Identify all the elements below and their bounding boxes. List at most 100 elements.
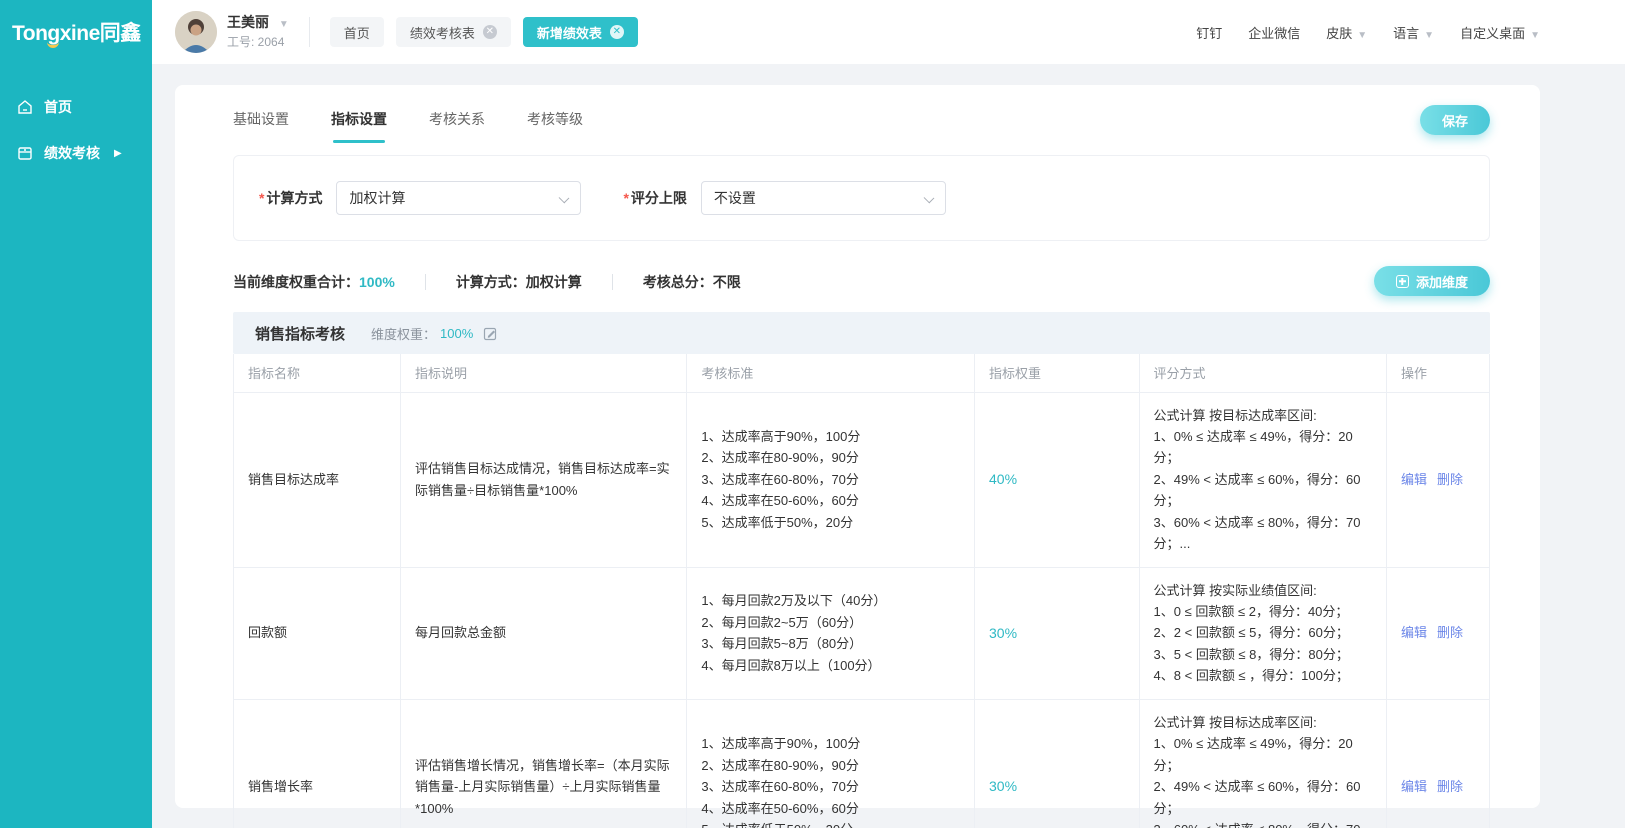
tabs-row: 基础设置 指标设置 考核关系 考核等级 保存 xyxy=(233,99,1490,145)
dimension-title: 销售指标考核 xyxy=(255,323,345,344)
logo-smile-accent xyxy=(47,42,59,48)
sidebar-nav: 首页 绩效考核 ▶ xyxy=(0,64,152,176)
plus-icon xyxy=(1396,275,1409,288)
settings-card: 基础设置 指标设置 考核关系 考核等级 保存 *计算方式 加权计算 *评分上限 xyxy=(175,85,1540,808)
chip-label: 新增绩效表 xyxy=(537,23,602,42)
employee-number: 工号: 2064 xyxy=(227,34,289,50)
row-actions: 编辑删除 xyxy=(1386,392,1489,567)
calc-method-label: *计算方式 xyxy=(259,188,322,208)
chip-home[interactable]: 首页 xyxy=(330,17,384,47)
calc-settings-form: *计算方式 加权计算 *评分上限 不设置 xyxy=(233,155,1490,241)
delete-link[interactable]: 删除 xyxy=(1437,625,1463,640)
indicator-desc: 评估销售增长情况，销售增长率=（本月实际销售量-上月实际销售量）÷上月实际销售量… xyxy=(401,699,687,828)
indicator-desc: 评估销售目标达成情况，销售目标达成率=实际销售量÷目标销售量*100% xyxy=(401,392,687,567)
calc-method-select[interactable]: 加权计算 xyxy=(336,181,581,215)
score-cap-group: *评分上限 不设置 xyxy=(623,181,945,215)
indicator-name: 销售目标达成率 xyxy=(234,392,401,567)
chip-new-appraisal[interactable]: 新增绩效表 ✕ xyxy=(523,17,638,47)
brand-logo-text: Tongxine同鑫 xyxy=(12,17,141,47)
table-row: 回款额 每月回款总金额 1、每月回款2万及以下（40分） 2、每月回款2~5万（… xyxy=(234,567,1490,699)
col-actions: 操作 xyxy=(1386,354,1489,392)
dimension-header: 销售指标考核 维度权重： 100% xyxy=(233,312,1490,354)
indicator-scoring: 公式计算 按目标达成率区间: 1、0% ≤ 达成率 ≤ 49%，得分：20分； … xyxy=(1139,699,1386,828)
app-root: Tongxine同鑫 首页 绩效考核 ▶ xyxy=(0,0,1625,828)
col-scoring: 评分方式 xyxy=(1139,354,1386,392)
chip-label: 首页 xyxy=(344,23,370,42)
indicator-weight: 30% xyxy=(975,699,1140,828)
score-cap-value: 不设置 xyxy=(714,188,756,208)
sidebar-item-home[interactable]: 首页 xyxy=(0,84,152,130)
save-button[interactable]: 保存 xyxy=(1420,105,1490,135)
table-row: 销售目标达成率 评估销售目标达成情况，销售目标达成率=实际销售量÷目标销售量*1… xyxy=(234,392,1490,567)
delete-link[interactable]: 删除 xyxy=(1437,779,1463,794)
user-avatar[interactable] xyxy=(175,11,217,53)
chevron-down-icon: ▼ xyxy=(279,19,289,30)
menu-dingtalk[interactable]: 钉钉 xyxy=(1196,23,1222,42)
menu-custom-desktop[interactable]: 自定义桌面▼ xyxy=(1460,23,1540,42)
menu-wecom[interactable]: 企业微信 xyxy=(1248,23,1300,42)
col-indicator-name: 指标名称 xyxy=(234,354,401,392)
chevron-down-icon: ▼ xyxy=(1357,30,1367,41)
tab-indicator-settings[interactable]: 指标设置 xyxy=(331,99,387,145)
dimension-weight: 维度权重： 100% xyxy=(371,324,498,343)
close-icon[interactable]: ✕ xyxy=(483,25,497,39)
summary-row: 当前维度权重合计：100% 计算方式：加权计算 考核总分：不限 添加维度 xyxy=(233,266,1490,298)
edit-icon[interactable] xyxy=(483,326,498,341)
score-cap-label: *评分上限 xyxy=(623,188,686,208)
edit-link[interactable]: 编辑 xyxy=(1401,625,1427,640)
required-asterisk: * xyxy=(623,190,628,206)
sidebar-item-label: 首页 xyxy=(44,97,72,117)
indicator-standards: 1、达成率高于90%，100分 2、达成率在80-90%，90分 3、达成率在6… xyxy=(687,699,975,828)
indicator-weight: 40% xyxy=(975,392,1140,567)
indicator-scoring: 公式计算 按实际业绩值区间: 1、0 ≤ 回款额 ≤ 2，得分：40分； 2、2… xyxy=(1139,567,1386,699)
row-actions: 编辑删除 xyxy=(1386,567,1489,699)
dimension-weight-value: 100% xyxy=(440,326,473,341)
tab-appraisal-grades[interactable]: 考核等级 xyxy=(527,99,583,145)
col-standards: 考核标准 xyxy=(687,354,975,392)
topbar: 王美丽 ▼ 工号: 2064 首页 绩效考核表 ✕ 新增绩效表 ✕ xyxy=(152,0,1625,64)
chevron-down-icon: ▼ xyxy=(1424,30,1434,41)
indicator-name: 回款额 xyxy=(234,567,401,699)
delete-link[interactable]: 删除 xyxy=(1437,472,1463,487)
chevron-down-icon xyxy=(924,193,935,204)
sidebar-item-performance[interactable]: 绩效考核 ▶ xyxy=(0,130,152,176)
table-header-row: 指标名称 指标说明 考核标准 指标权重 评分方式 操作 xyxy=(234,354,1490,392)
indicator-standards: 1、每月回款2万及以下（40分） 2、每月回款2~5万（60分） 3、每月回款5… xyxy=(687,567,975,699)
indicator-name: 销售增长率 xyxy=(234,699,401,828)
row-actions: 编辑删除 xyxy=(1386,699,1489,828)
menu-skin[interactable]: 皮肤▼ xyxy=(1326,23,1367,42)
indicator-table: 指标名称 指标说明 考核标准 指标权重 评分方式 操作 销售目标达成率 评估销售… xyxy=(233,354,1490,828)
chevron-down-icon xyxy=(559,193,570,204)
weight-total: 当前维度权重合计：100% xyxy=(233,272,395,292)
tab-basic-settings[interactable]: 基础设置 xyxy=(233,99,289,145)
indicator-scoring: 公式计算 按目标达成率区间: 1、0% ≤ 达成率 ≤ 49%，得分：20分； … xyxy=(1139,392,1386,567)
score-cap-select[interactable]: 不设置 xyxy=(701,181,946,215)
close-icon[interactable]: ✕ xyxy=(610,25,624,39)
divider xyxy=(425,274,426,290)
main-area: 王美丽 ▼ 工号: 2064 首页 绩效考核表 ✕ 新增绩效表 ✕ xyxy=(152,0,1625,828)
brand-logo: Tongxine同鑫 xyxy=(0,0,152,64)
tab-appraisal-relations[interactable]: 考核关系 xyxy=(429,99,485,145)
menu-language[interactable]: 语言▼ xyxy=(1393,23,1434,42)
add-dimension-button[interactable]: 添加维度 xyxy=(1374,266,1490,296)
home-icon xyxy=(16,98,34,116)
calc-method-summary: 计算方式：加权计算 xyxy=(456,272,582,292)
chip-appraisal-list[interactable]: 绩效考核表 ✕ xyxy=(396,17,511,47)
total-score-summary: 考核总分：不限 xyxy=(643,272,741,292)
edit-link[interactable]: 编辑 xyxy=(1401,472,1427,487)
table-row: 销售增长率 评估销售增长情况，销售增长率=（本月实际销售量-上月实际销售量）÷上… xyxy=(234,699,1490,828)
content: 基础设置 指标设置 考核关系 考核等级 保存 *计算方式 加权计算 *评分上限 xyxy=(152,64,1625,828)
col-weight: 指标权重 xyxy=(975,354,1140,392)
topbar-menu: 钉钉 企业微信 皮肤▼ 语言▼ 自定义桌面▼ xyxy=(1196,23,1540,42)
user-info: 王美丽 ▼ 工号: 2064 xyxy=(227,13,289,50)
edit-link[interactable]: 编辑 xyxy=(1401,779,1427,794)
nav-tab-chips: 首页 绩效考核表 ✕ 新增绩效表 ✕ xyxy=(330,17,638,47)
chevron-right-icon[interactable]: ▶ xyxy=(114,148,122,159)
divider xyxy=(309,17,310,47)
sidebar: Tongxine同鑫 首页 绩效考核 ▶ xyxy=(0,0,152,828)
indicator-standards: 1、达成率高于90%，100分 2、达成率在80-90%，90分 3、达成率在6… xyxy=(687,392,975,567)
user-name-dropdown[interactable]: 王美丽 ▼ xyxy=(227,13,289,32)
divider xyxy=(612,274,613,290)
sidebar-item-label: 绩效考核 xyxy=(44,143,100,163)
required-asterisk: * xyxy=(259,190,264,206)
